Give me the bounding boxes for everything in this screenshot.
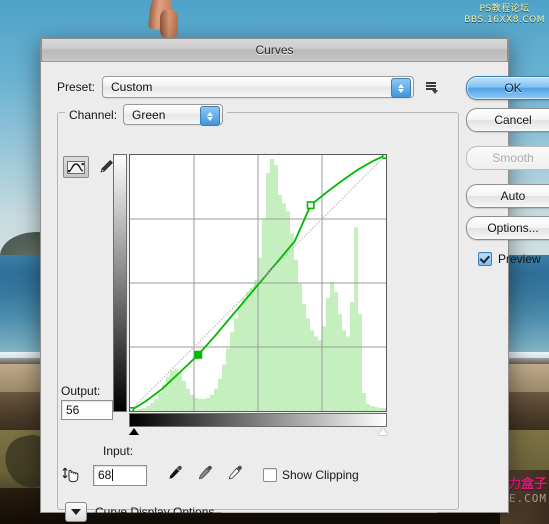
channel-select[interactable]: Green — [123, 104, 224, 126]
chevron-down-icon[interactable] — [65, 502, 87, 522]
output-block: Output: 56 — [61, 384, 113, 420]
preview-label: Preview — [498, 252, 541, 266]
dialog-titlebar[interactable]: Curves — [41, 38, 508, 62]
preset-label: Preset: — [57, 80, 96, 94]
photo-limb-shadow — [160, 10, 178, 38]
input-value: 68 — [98, 468, 112, 482]
input-gradient-bar — [129, 413, 387, 427]
input-label: Input: — [103, 444, 134, 458]
channel-row: Channel: Green — [65, 104, 228, 126]
curves-dialog: Curves Preset: Custom Channel: Green Out… — [40, 38, 549, 522]
channel-value: Green — [132, 107, 166, 122]
dialog-title: Curves — [255, 43, 294, 57]
dialog-buttons: OK Cancel Smooth Auto Options... Preview — [466, 76, 549, 266]
eyedropper-group — [167, 464, 245, 487]
options-button[interactable]: Options... — [466, 216, 549, 240]
ok-button[interactable]: OK — [466, 76, 549, 100]
show-clipping-box-icon — [263, 468, 277, 482]
curve-tools — [63, 156, 118, 178]
pencil-icon[interactable] — [94, 157, 118, 177]
curve-display-options-label: Curve Display Options — [95, 505, 215, 519]
preview-checkbox[interactable]: Preview — [478, 252, 549, 266]
black-point-slider[interactable] — [129, 428, 139, 435]
watermark-tr-line2: BBS.16XX8.COM — [464, 15, 545, 26]
output-input[interactable]: 56 — [61, 400, 113, 420]
output-gradient-bar — [113, 154, 127, 412]
input-field[interactable]: 68 — [93, 464, 147, 486]
set-white-point-eyedropper[interactable] — [227, 464, 245, 487]
curve-draw-icon[interactable] — [63, 156, 89, 178]
preset-stepper-icon[interactable] — [391, 78, 412, 98]
target-adjustment-icon[interactable] — [61, 464, 83, 486]
input-row: 68 Show Clipping — [61, 460, 439, 490]
output-value: 56 — [66, 403, 80, 417]
show-clipping-checkbox[interactable]: Show Clipping — [263, 468, 359, 482]
curve-plot-area[interactable] — [129, 154, 387, 412]
channel-label: Channel: — [69, 107, 118, 122]
smooth-button: Smooth — [466, 146, 549, 170]
white-point-slider[interactable] — [378, 428, 388, 435]
set-black-point-eyedropper[interactable] — [167, 464, 185, 487]
preset-select[interactable]: Custom — [102, 76, 415, 98]
preset-value: Custom — [111, 80, 153, 94]
preset-row: Preset: Custom — [57, 76, 457, 98]
separator-rule — [222, 511, 437, 513]
curve-plot-svg[interactable] — [130, 155, 386, 411]
curve-display-options-row[interactable]: Curve Display Options — [65, 502, 437, 522]
watermark-top-right: PS教程论坛 BBS.16XX8.COM — [464, 4, 545, 27]
preset-options-icon[interactable] — [424, 80, 439, 94]
set-gray-point-eyedropper[interactable] — [197, 464, 215, 487]
show-clipping-label: Show Clipping — [282, 468, 359, 482]
text-caret — [112, 469, 114, 481]
preview-box-icon — [478, 252, 492, 266]
cancel-button[interactable]: Cancel — [466, 108, 549, 132]
channel-stepper-icon[interactable] — [200, 106, 221, 126]
auto-button[interactable]: Auto — [466, 184, 549, 208]
watermark-tr-line1: PS教程论坛 — [479, 4, 530, 14]
output-label: Output: — [61, 384, 101, 398]
